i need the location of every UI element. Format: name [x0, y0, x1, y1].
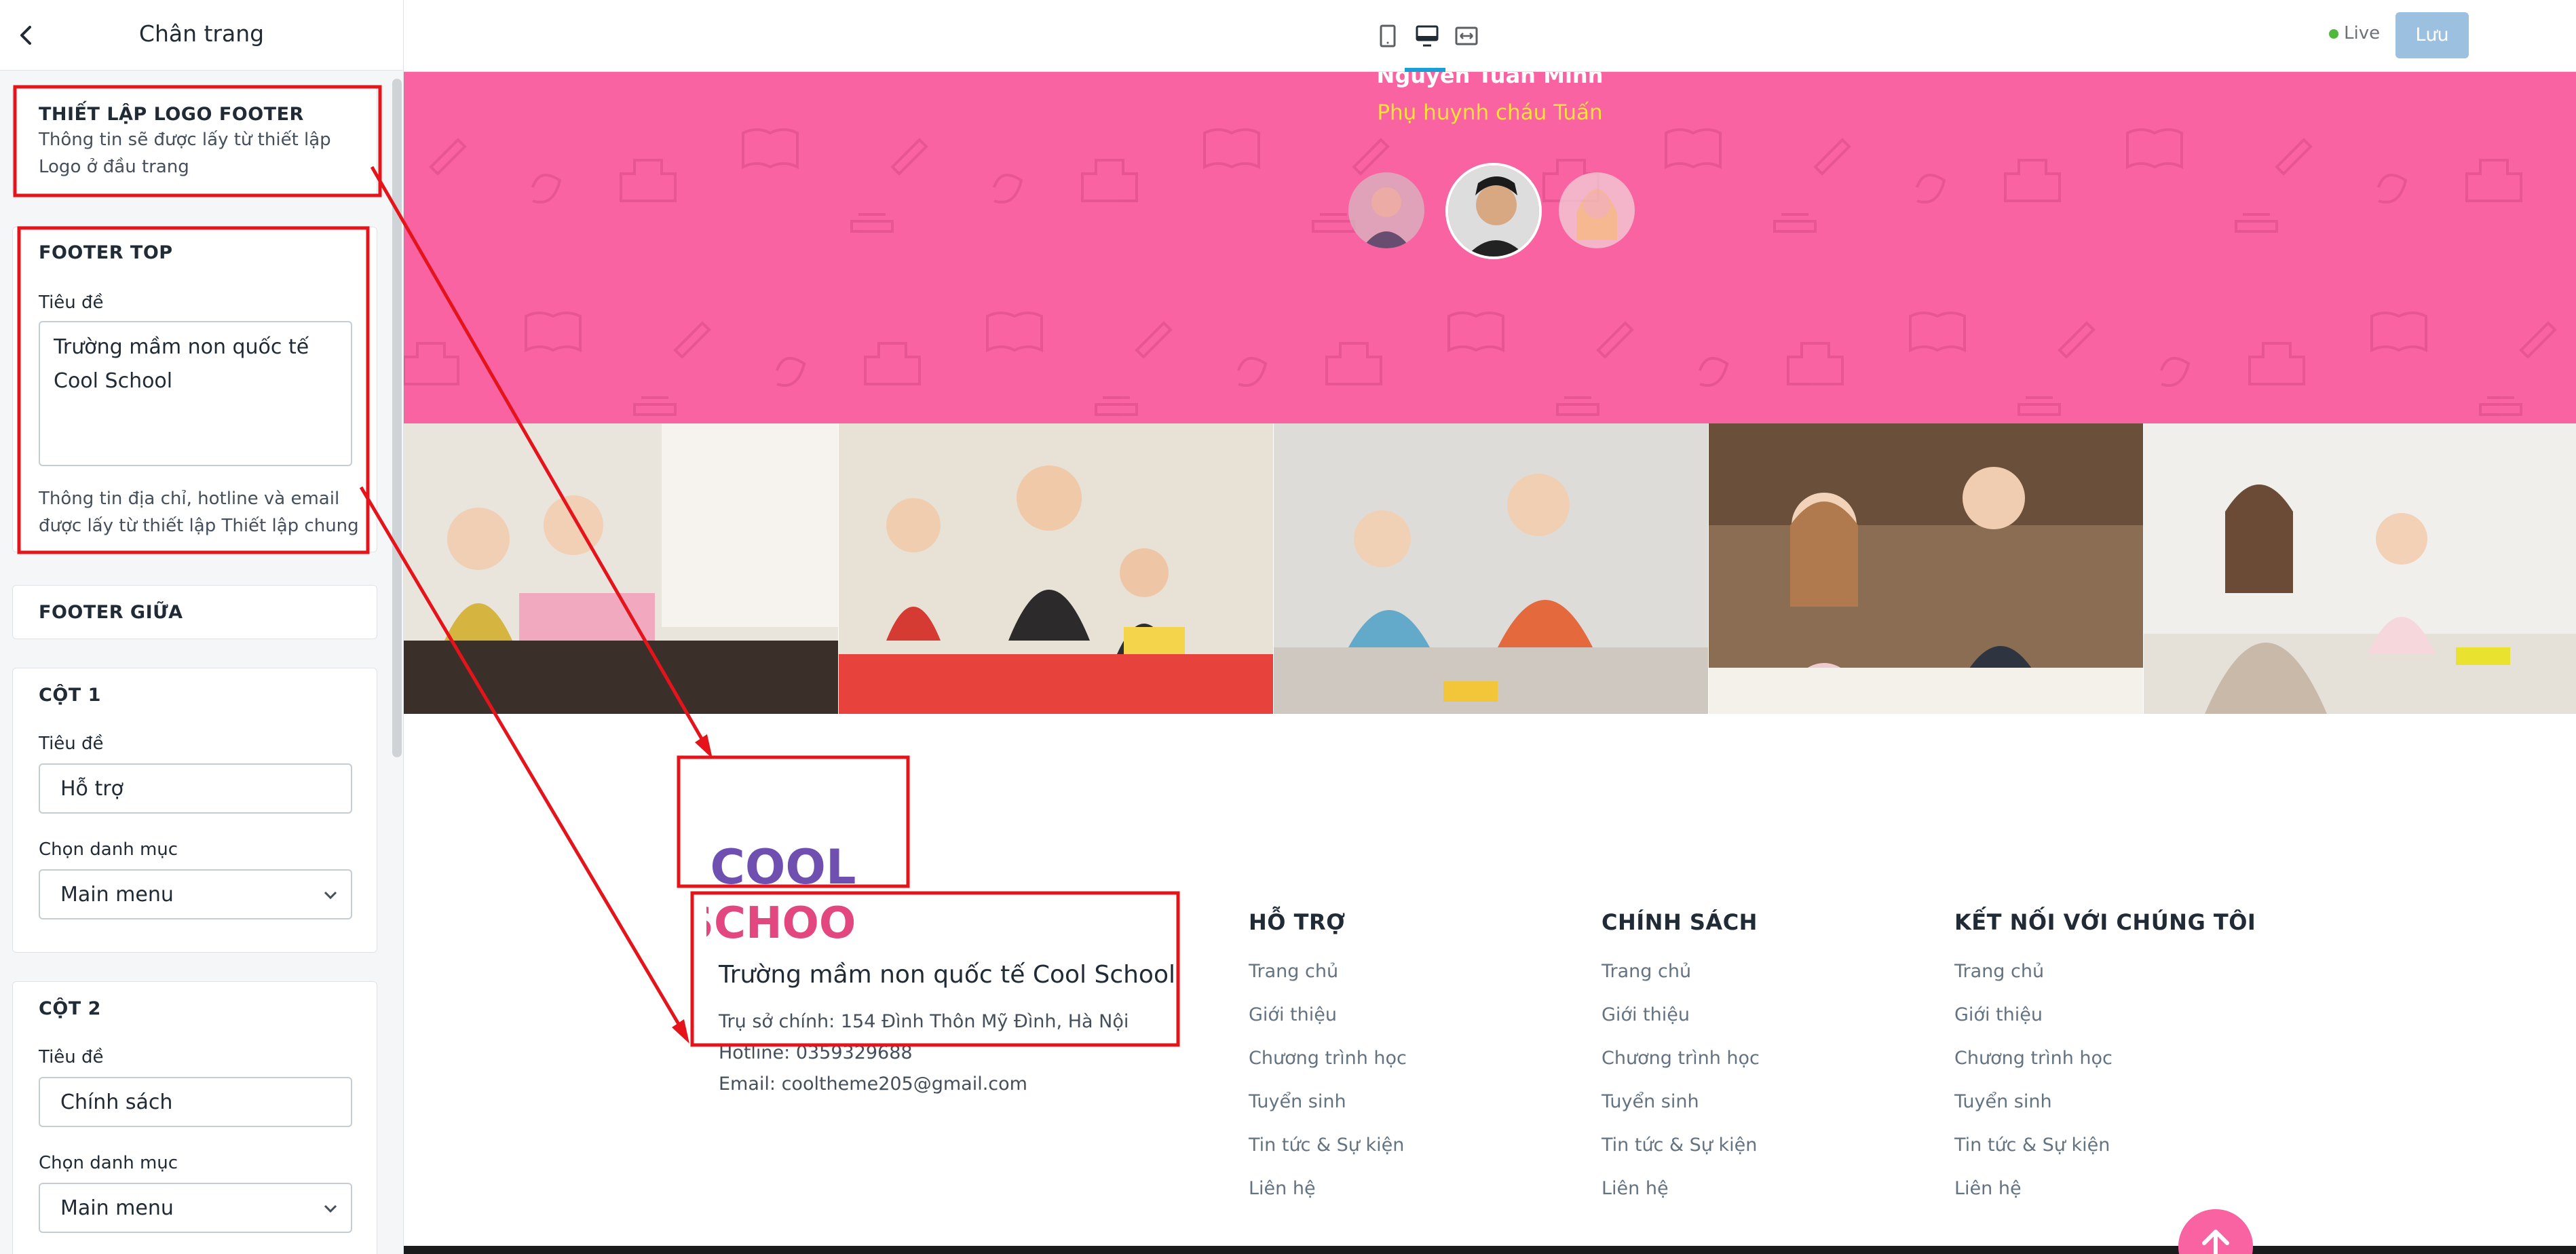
sidebar-header: Chân trang — [0, 0, 403, 71]
footer-middle-section[interactable]: FOOTER GIỮA — [12, 585, 377, 639]
footer-column-2-title: CHÍNH SÁCH — [1602, 909, 1758, 935]
footer-column-3-title: KẾT NỐI VỚI CHÚNG TÔI — [1954, 909, 2256, 935]
column-2-title-label: Tiêu đề — [39, 1047, 104, 1067]
footer-middle-heading: FOOTER GIỮA — [39, 602, 183, 623]
footer-link[interactable]: Chương trình học — [1249, 1048, 1407, 1091]
fullwidth-icon[interactable] — [1453, 22, 1480, 50]
footer-column-3: KẾT NỐI VỚI CHÚNG TÔI Trang chủ Giới thi… — [1954, 909, 2256, 1221]
footer-column-1-title: HỖ TRỢ — [1249, 909, 1346, 935]
column-2-menu-select[interactable]: Main menu — [39, 1183, 352, 1233]
column-1-section: CỘT 1 Tiêu đề Hỗ trợ Chọn danh mục Main … — [12, 668, 377, 953]
footer-link[interactable]: Liên hệ — [1602, 1178, 1760, 1221]
avatar-thumb-3[interactable] — [1559, 172, 1635, 248]
footer-link[interactable]: Chương trình học — [1954, 1048, 2256, 1091]
save-button[interactable]: Lưu — [2395, 12, 2469, 58]
footer-top-heading: FOOTER TOP — [39, 242, 173, 263]
footer-hotline: Hotline: 0359329688 — [719, 1042, 913, 1063]
footer-column-1: HỖ TRỢ Trang chủ Giới thiệu Chương trình… — [1249, 909, 1407, 1221]
footer-link[interactable]: Tuyển sinh — [1249, 1091, 1407, 1135]
logo-footer-heading: THIẾT LẬP LOGO FOOTER — [39, 104, 304, 125]
footer-column-2: CHÍNH SÁCH Trang chủ Giới thiệu Chương t… — [1602, 909, 1760, 1221]
footer-link[interactable]: Giới thiệu — [1954, 1004, 2256, 1048]
footer-link[interactable]: Tuyển sinh — [1602, 1091, 1760, 1135]
logo-top-text: COOL — [711, 839, 856, 895]
pattern-row-2 — [404, 311, 2576, 416]
column-2-title-input[interactable]: Chính sách — [39, 1077, 352, 1127]
avatar-active[interactable] — [1445, 163, 1542, 259]
gallery-strip — [404, 423, 2576, 714]
footer-link[interactable]: Tin tức & Sự kiện — [1249, 1135, 1407, 1178]
column-2-heading: CỘT 2 — [39, 998, 101, 1019]
footer-link[interactable]: Tin tức & Sự kiện — [1954, 1135, 2256, 1178]
avatar-thumb-1[interactable] — [1348, 172, 1424, 248]
site-footer: COOL SCHOOL Trường mầm non quốc tế Cool … — [404, 714, 2576, 1254]
cool-school-logo[interactable]: COOL SCHOOL — [706, 829, 860, 951]
page-preview: Nguyễn Tuấn Minh Phụ huynh cháu Tuấn COO… — [404, 72, 2576, 1254]
footer-email: Email: cooltheme205@gmail.com — [719, 1074, 1027, 1095]
footer-link[interactable]: Tin tức & Sự kiện — [1602, 1135, 1760, 1178]
logo-footer-section: THIẾT LẬP LOGO FOOTER Thông tin sẽ được … — [12, 87, 377, 195]
footer-top-note: Thông tin địa chỉ, hotline và email được… — [39, 489, 359, 536]
testimonial-role: Phụ huynh cháu Tuấn — [1377, 100, 1603, 125]
testimonial-section: Nguyễn Tuấn Minh Phụ huynh cháu Tuấn — [404, 72, 2576, 423]
column-1-title-input[interactable]: Hỗ trợ — [39, 763, 352, 814]
sidebar-title: Chân trang — [138, 20, 265, 47]
column-1-title-label: Tiêu đề — [39, 734, 104, 754]
sidebar-scrollbar[interactable] — [392, 79, 402, 757]
footer-link[interactable]: Giới thiệu — [1249, 1004, 1407, 1048]
settings-sidebar: Chân trang THIẾT LẬP LOGO FOOTER Thông t… — [0, 0, 404, 1254]
column-2-section: CỘT 2 Tiêu đề Chính sách Chọn danh mục M… — [12, 981, 377, 1254]
desktop-icon[interactable] — [1414, 22, 1441, 50]
live-dot-icon — [2329, 28, 2338, 39]
textarea-line-2: Cool School — [54, 369, 173, 393]
gallery-photo-3[interactable] — [1274, 423, 1708, 714]
editor-topbar: Live Lưu — [404, 0, 2576, 72]
column-2-menu-value: Main menu — [60, 1196, 174, 1220]
live-label: Live — [2344, 23, 2381, 43]
footer-top-title-textarea[interactable]: Trường mầm non quốc tế Cool School — [39, 321, 352, 466]
gallery-photo-4[interactable] — [1709, 423, 2143, 714]
footer-link[interactable]: Giới thiệu — [1602, 1004, 1760, 1048]
column-1-menu-select[interactable]: Main menu — [39, 869, 352, 919]
live-status: Live — [2329, 23, 2380, 43]
logo-bottom-text: SCHOOL — [706, 898, 860, 949]
chevron-down-icon — [324, 891, 337, 900]
testimonial-name: Nguyễn Tuấn Minh — [1376, 72, 1604, 88]
footer-link[interactable]: Liên hệ — [1249, 1178, 1407, 1221]
column-2-menu-label: Chọn danh mục — [39, 1153, 178, 1173]
logo-footer-info: Thông tin sẽ được lấy từ thiết lập Logo … — [39, 130, 331, 177]
footer-address: Trụ sở chính: 154 Đình Thôn Mỹ Đình, Hà … — [719, 1011, 1129, 1032]
gallery-photo-2[interactable] — [839, 423, 1273, 714]
textarea-line-1: Trường mầm non quốc tế — [54, 335, 309, 359]
footer-link[interactable]: Trang chủ — [1249, 961, 1407, 1004]
column-1-heading: CỘT 1 — [39, 685, 101, 706]
tablet-icon[interactable] — [1374, 22, 1401, 50]
column-1-menu-label: Chọn danh mục — [39, 839, 178, 860]
footer-link[interactable]: Tuyển sinh — [1954, 1091, 2256, 1135]
footer-top-title-label: Tiêu đề — [39, 292, 104, 313]
footer-school-name: Trường mầm non quốc tế Cool School — [719, 961, 1175, 989]
gallery-photo-5[interactable] — [2144, 423, 2576, 714]
footer-link[interactable]: Chương trình học — [1602, 1048, 1760, 1091]
gallery-photo-1[interactable] — [404, 423, 838, 714]
chevron-down-icon — [324, 1204, 337, 1213]
footer-link[interactable]: Trang chủ — [1602, 961, 1760, 1004]
column-1-menu-value: Main menu — [60, 883, 174, 907]
footer-link[interactable]: Trang chủ — [1954, 961, 2256, 1004]
footer-top-section: FOOTER TOP Tiêu đề Trường mầm non quốc t… — [12, 227, 377, 552]
